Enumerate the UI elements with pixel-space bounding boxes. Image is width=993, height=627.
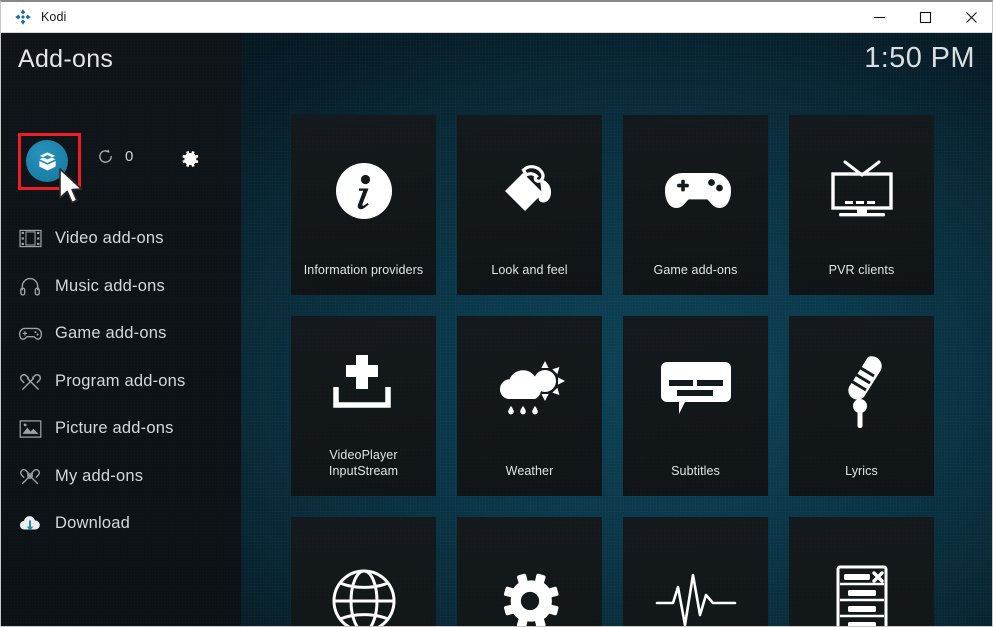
television-icon — [789, 115, 934, 262]
puzzle-tools-icon — [13, 463, 47, 489]
tile-label: Game add-ons — [653, 263, 738, 277]
refresh-icon — [99, 149, 112, 163]
sidebar-item-download[interactable]: Download — [1, 500, 241, 548]
microphone-icon — [789, 316, 934, 463]
cloud-download-icon — [13, 511, 47, 537]
tile-label: Information providers — [303, 263, 424, 277]
sidebar-item-label: Program add-ons — [55, 371, 186, 390]
tile-label: Subtitles — [671, 464, 720, 478]
tile-skin-windows[interactable] — [789, 517, 934, 626]
film-strip-icon — [13, 226, 47, 252]
sidebar-item-label: My add-ons — [55, 466, 144, 485]
speech-bubble-icon — [623, 316, 768, 463]
info-circle-icon — [291, 115, 436, 262]
tile-label: Lyrics — [845, 464, 878, 478]
tile-weather[interactable]: Weather — [457, 316, 602, 496]
gamepad-icon — [623, 115, 768, 262]
close-button[interactable] — [948, 2, 992, 33]
tile-context-menus[interactable] — [457, 517, 602, 626]
settings-button[interactable] — [179, 148, 201, 175]
update-count: 0 — [125, 148, 134, 165]
globe-icon — [291, 517, 436, 626]
maximize-button[interactable] — [902, 2, 948, 33]
addon-browser-button[interactable] — [26, 140, 68, 182]
tile-information-providers[interactable]: Information providers — [291, 115, 436, 295]
tools-icon — [13, 368, 47, 394]
window-close-icon — [789, 517, 934, 626]
tile-game-add-ons[interactable]: Game add-ons — [623, 115, 768, 295]
page-title: Add-ons — [18, 45, 114, 73]
available-updates-group[interactable]: 0 — [97, 148, 133, 165]
addon-category-grid: Information providers Look and feel Game… — [291, 115, 981, 626]
tile-label: VideoPlayer InputStream — [328, 448, 399, 478]
kodi-logo-icon — [15, 9, 31, 25]
sidebar-item-label: Picture add-ons — [55, 419, 174, 438]
minimize-button[interactable] — [856, 2, 902, 33]
tile-label: Look and feel — [491, 263, 568, 277]
tile-pvr-clients[interactable]: PVR clients — [789, 115, 934, 295]
sidebar-item-game-add-ons[interactable]: Game add-ons — [1, 310, 241, 358]
close-icon — [965, 12, 977, 23]
sidebar-item-label: Video add-ons — [55, 229, 164, 248]
gamepad-icon — [13, 321, 47, 347]
open-box-icon — [38, 151, 56, 170]
tile-look-and-feel[interactable]: Look and feel — [457, 115, 602, 295]
headphones-icon — [13, 273, 47, 299]
sidebar-item-music-add-ons[interactable]: Music add-ons — [1, 263, 241, 311]
clock: 1:50 PM — [864, 42, 975, 74]
tile-videoplayer-inputstream[interactable]: VideoPlayer InputStream — [291, 316, 436, 496]
cloud-sun-rain-icon — [457, 316, 602, 463]
sidebar-item-my-add-ons[interactable]: My add-ons — [1, 453, 241, 501]
window-titlebar: Kodi — [1, 2, 992, 33]
gear-icon — [457, 517, 602, 626]
tile-audio-decoders[interactable] — [623, 517, 768, 626]
sidebar-item-label: Game add-ons — [55, 324, 167, 343]
tile-label: PVR clients — [828, 263, 895, 277]
maximize-icon — [919, 11, 931, 24]
sidebar-item-program-add-ons[interactable]: Program add-ons — [1, 358, 241, 406]
kodi-window: Kodi 1:50 PM Add-ons 0 Video add-ons Mus… — [0, 0, 993, 627]
sidebar-item-label: Music add-ons — [55, 276, 165, 295]
kodi-app-body: 1:50 PM Add-ons 0 Video add-ons Music ad… — [1, 33, 992, 626]
sidebar-menu: Video add-ons Music add-ons Game add-ons… — [1, 215, 241, 548]
titlebar-left: Kodi — [1, 8, 66, 26]
window-title: Kodi — [41, 10, 67, 24]
price-tag-icon — [457, 115, 602, 262]
waveform-icon — [623, 517, 768, 626]
gear-icon — [182, 151, 199, 167]
sidebar-item-picture-add-ons[interactable]: Picture add-ons — [1, 405, 241, 453]
tile-lyrics[interactable]: Lyrics — [789, 316, 934, 496]
sidebar-action-row: 0 — [1, 133, 241, 190]
sidebar-item-video-add-ons[interactable]: Video add-ons — [1, 215, 241, 263]
tile-subtitles[interactable]: Subtitles — [623, 316, 768, 496]
window-controls — [856, 2, 992, 33]
tile-services[interactable] — [291, 517, 436, 626]
tile-label: Weather — [505, 464, 554, 478]
minimize-icon — [873, 16, 885, 19]
sidebar: Add-ons 0 Video add-ons Music add-ons Ga… — [1, 33, 241, 626]
import-tray-icon — [291, 316, 436, 447]
photo-icon — [13, 416, 47, 442]
sidebar-item-label: Download — [55, 514, 130, 533]
